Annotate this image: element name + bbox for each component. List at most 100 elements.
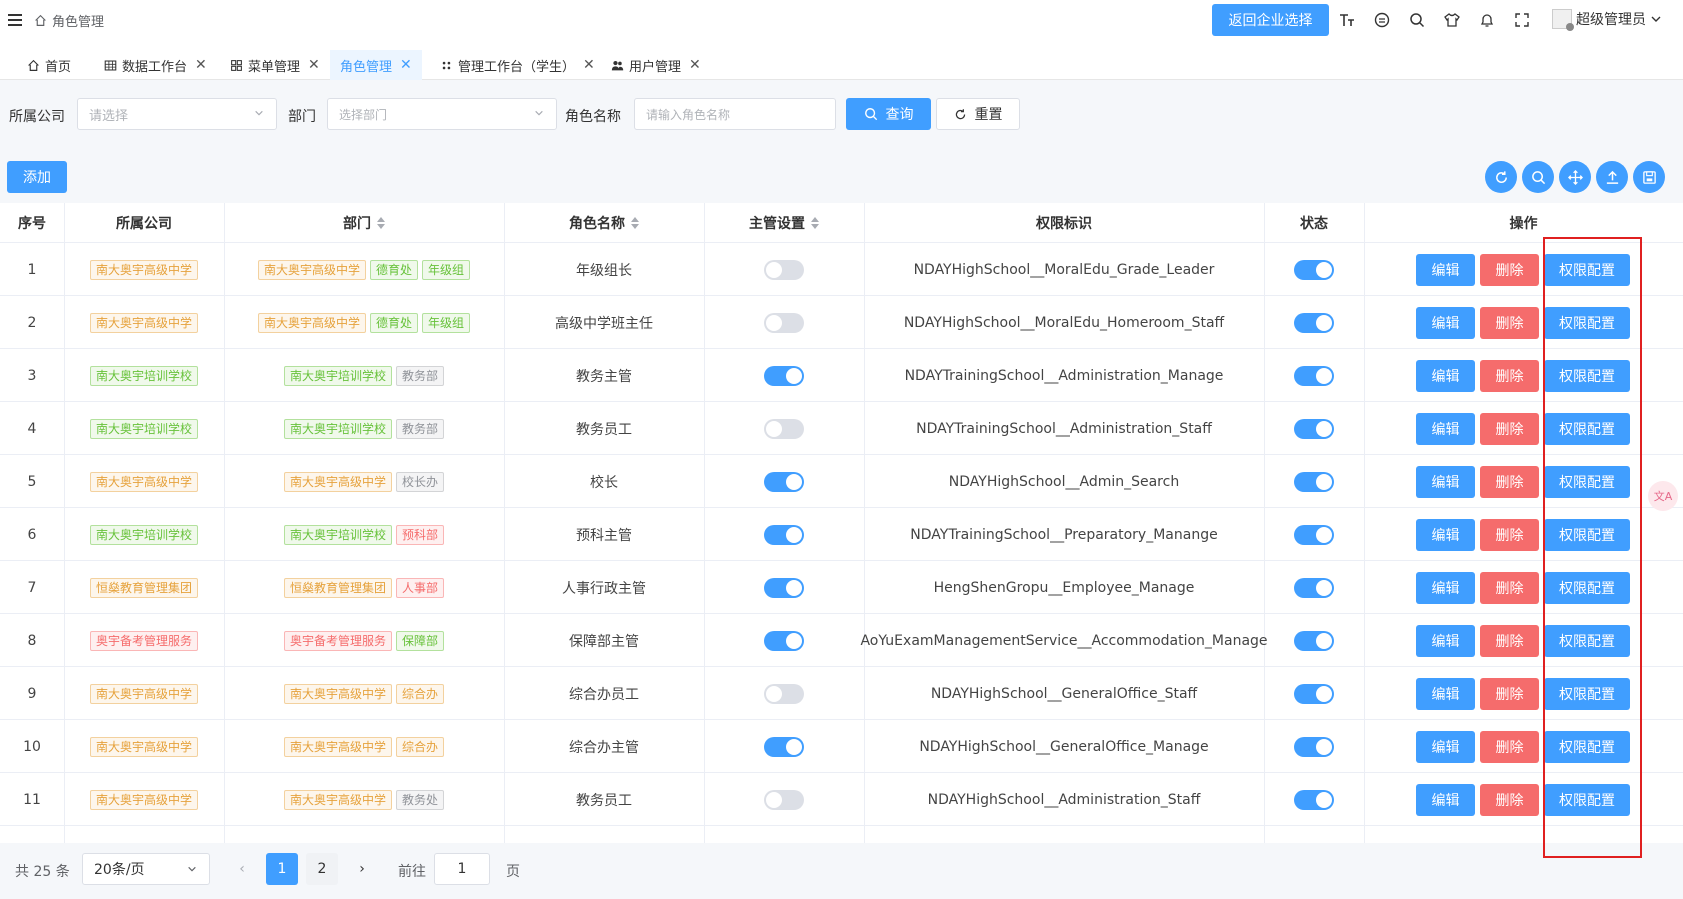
tab-home[interactable]: 首页 xyxy=(17,50,81,80)
goto-page-input[interactable]: 1 xyxy=(434,853,490,885)
permission-config-button[interactable]: 权限配置 xyxy=(1544,624,1630,657)
manager-switch[interactable] xyxy=(764,312,804,333)
query-button[interactable]: 查询 xyxy=(846,98,931,130)
upload-icon[interactable] xyxy=(1596,161,1628,193)
close-icon[interactable]: ✕ xyxy=(689,57,701,73)
page-1-button[interactable]: 1 xyxy=(266,853,298,885)
next-page-icon[interactable]: › xyxy=(346,853,378,885)
manager-switch[interactable] xyxy=(764,683,804,704)
tab-menu-management[interactable]: 菜单管理 ✕ xyxy=(220,50,330,80)
delete-button[interactable]: 删除 xyxy=(1480,359,1539,392)
header-role[interactable]: 角色名称 xyxy=(504,203,704,243)
manager-switch[interactable] xyxy=(764,577,804,598)
close-icon[interactable]: ✕ xyxy=(195,57,207,73)
translate-icon[interactable]: 文A xyxy=(1648,481,1678,511)
company-select[interactable]: 请选择 xyxy=(77,98,277,130)
permission-config-button[interactable]: 权限配置 xyxy=(1544,359,1630,392)
menu-toggle-icon[interactable] xyxy=(8,11,22,29)
user-menu[interactable]: 超级管理员 xyxy=(1552,9,1662,31)
sort-icon[interactable] xyxy=(377,217,385,229)
manager-switch[interactable] xyxy=(764,524,804,545)
delete-button[interactable]: 删除 xyxy=(1480,571,1539,604)
edit-button[interactable]: 编辑 xyxy=(1416,783,1475,816)
sort-icon[interactable] xyxy=(631,217,639,229)
delete-button[interactable]: 删除 xyxy=(1480,730,1539,763)
status-switch[interactable] xyxy=(1294,312,1334,333)
bell-icon[interactable] xyxy=(1478,11,1496,29)
edit-button[interactable]: 编辑 xyxy=(1416,412,1475,445)
delete-button[interactable]: 删除 xyxy=(1480,465,1539,498)
status-switch[interactable] xyxy=(1294,259,1334,280)
edit-button[interactable]: 编辑 xyxy=(1416,359,1475,392)
dept-select[interactable]: 选择部门 xyxy=(327,98,557,130)
manager-switch[interactable] xyxy=(764,789,804,810)
fullscreen-icon[interactable] xyxy=(1513,11,1531,29)
delete-button[interactable]: 删除 xyxy=(1480,677,1539,710)
edit-button[interactable]: 编辑 xyxy=(1416,465,1475,498)
delete-button[interactable]: 删除 xyxy=(1480,412,1539,445)
permission-config-button[interactable]: 权限配置 xyxy=(1544,465,1630,498)
close-icon[interactable]: ✕ xyxy=(400,57,412,73)
github-icon[interactable] xyxy=(1373,11,1391,29)
permission-config-button[interactable]: 权限配置 xyxy=(1544,783,1630,816)
delete-button[interactable]: 删除 xyxy=(1480,518,1539,551)
edit-button[interactable]: 编辑 xyxy=(1416,677,1475,710)
close-icon[interactable]: ✕ xyxy=(308,57,320,73)
move-icon[interactable] xyxy=(1559,161,1591,193)
permission-config-button[interactable]: 权限配置 xyxy=(1544,571,1630,604)
status-switch[interactable] xyxy=(1294,683,1334,704)
prev-page-icon[interactable]: ‹ xyxy=(226,853,258,885)
edit-button[interactable]: 编辑 xyxy=(1416,624,1475,657)
manager-switch[interactable] xyxy=(764,471,804,492)
edit-button[interactable]: 编辑 xyxy=(1416,306,1475,339)
page-2-button[interactable]: 2 xyxy=(306,853,338,885)
role-name-input[interactable]: 请输入角色名称 xyxy=(634,98,836,130)
status-switch[interactable] xyxy=(1294,524,1334,545)
permission-config-button[interactable]: 权限配置 xyxy=(1544,253,1630,286)
status-switch[interactable] xyxy=(1294,630,1334,651)
reset-button[interactable]: 重置 xyxy=(936,98,1020,130)
permission-config-button[interactable]: 权限配置 xyxy=(1544,412,1630,445)
delete-button[interactable]: 删除 xyxy=(1480,306,1539,339)
tab-data-workbench[interactable]: 数据工作台 ✕ xyxy=(94,50,217,80)
tab-role-management[interactable]: 角色管理 ✕ xyxy=(330,50,422,80)
permission-config-button[interactable]: 权限配置 xyxy=(1544,306,1630,339)
edit-button[interactable]: 编辑 xyxy=(1416,571,1475,604)
edit-button[interactable]: 编辑 xyxy=(1416,730,1475,763)
return-enterprise-button[interactable]: 返回企业选择 xyxy=(1212,4,1329,36)
manager-switch[interactable] xyxy=(764,736,804,757)
status-switch[interactable] xyxy=(1294,577,1334,598)
edit-button[interactable]: 编辑 xyxy=(1416,518,1475,551)
search-icon[interactable] xyxy=(1408,11,1426,29)
permission-config-button[interactable]: 权限配置 xyxy=(1544,677,1630,710)
theme-shirt-icon[interactable] xyxy=(1443,11,1461,29)
manager-switch[interactable] xyxy=(764,630,804,651)
tab-management-workbench-student[interactable]: 管理工作台（学生） ✕ xyxy=(430,50,605,80)
save-icon[interactable] xyxy=(1633,161,1665,193)
status-switch[interactable] xyxy=(1294,418,1334,439)
refresh-icon[interactable] xyxy=(1485,161,1517,193)
page-size-select[interactable]: 20条/页 xyxy=(82,853,210,885)
search-icon[interactable] xyxy=(1522,161,1554,193)
status-switch[interactable] xyxy=(1294,365,1334,386)
status-switch[interactable] xyxy=(1294,471,1334,492)
delete-button[interactable]: 删除 xyxy=(1480,253,1539,286)
permission-config-button[interactable]: 权限配置 xyxy=(1544,730,1630,763)
delete-button[interactable]: 删除 xyxy=(1480,624,1539,657)
status-switch[interactable] xyxy=(1294,789,1334,810)
permission-config-button[interactable]: 权限配置 xyxy=(1544,518,1630,551)
manager-switch[interactable] xyxy=(764,418,804,439)
manager-switch[interactable] xyxy=(764,365,804,386)
close-icon[interactable]: ✕ xyxy=(583,57,595,73)
tab-user-management[interactable]: 用户管理 ✕ xyxy=(601,50,711,80)
add-button[interactable]: 添加 xyxy=(7,161,67,193)
header-manager[interactable]: 主管设置 xyxy=(704,203,864,243)
status-switch[interactable] xyxy=(1294,736,1334,757)
sort-icon[interactable] xyxy=(811,217,819,229)
font-size-icon[interactable] xyxy=(1338,11,1356,29)
manager-switch[interactable] xyxy=(764,259,804,280)
header-dept[interactable]: 部门 xyxy=(224,203,504,243)
table-row: 3 南大奥宇培训学校 南大奥宇培训学校 教务部 教务主管 NDAYTrainingScho… xyxy=(0,349,1683,402)
delete-button[interactable]: 删除 xyxy=(1480,783,1539,816)
edit-button[interactable]: 编辑 xyxy=(1416,253,1475,286)
